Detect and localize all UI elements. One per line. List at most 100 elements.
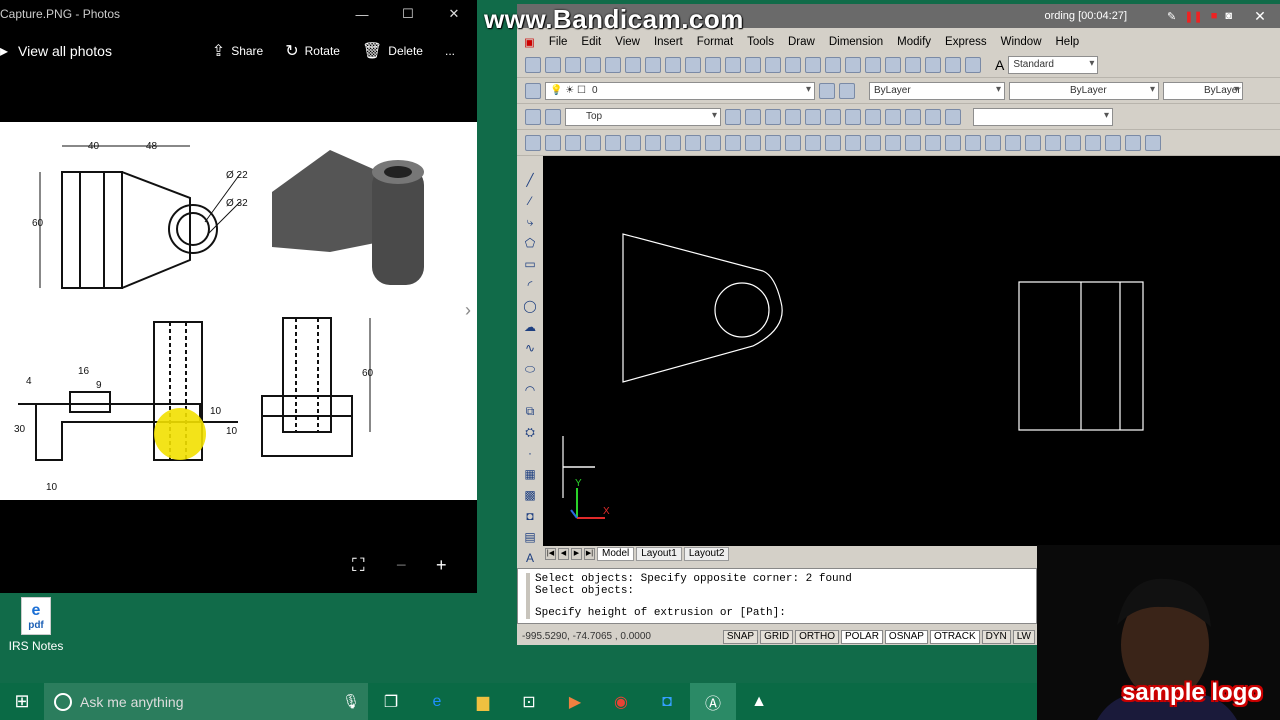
revision-cloud-icon[interactable]: ☁ — [523, 319, 537, 335]
view-right-icon[interactable] — [805, 108, 821, 125]
stop-icon[interactable]: ■ — [1211, 10, 1218, 22]
view-all-photos-button[interactable]: ▸ View all photos — [0, 41, 212, 61]
3d-move-icon[interactable] — [885, 134, 901, 151]
sweep-icon[interactable] — [765, 134, 781, 151]
ellipse-icon[interactable]: ⬭ — [523, 361, 537, 377]
copy-icon[interactable] — [665, 56, 681, 73]
autocad-taskbar-icon[interactable]: Ⓐ — [690, 683, 736, 720]
tab-layout1[interactable]: Layout1 — [636, 547, 682, 561]
polygon-icon[interactable]: ⬠ — [523, 235, 537, 251]
close-icon[interactable]: ✕ — [431, 6, 477, 22]
design-center-icon[interactable] — [865, 56, 881, 73]
next-tab-icon[interactable]: ▶ — [571, 548, 582, 560]
view-sw-icon[interactable] — [865, 108, 881, 125]
edge-icon[interactable]: e — [414, 683, 460, 720]
color-select[interactable]: ByLayer — [869, 81, 1005, 100]
3d-rotate-icon[interactable] — [905, 134, 921, 151]
make-block-icon[interactable]: ⛭ — [523, 424, 537, 440]
view-nw-icon[interactable] — [925, 108, 941, 125]
view-top-icon[interactable] — [745, 108, 761, 125]
command-prompt[interactable]: Specify height of extrusion or [Path]: — [535, 607, 1036, 619]
line-icon[interactable]: ╱ — [523, 172, 537, 188]
hatch-icon[interactable]: ▦ — [523, 466, 537, 482]
arc-icon[interactable]: ◜ — [523, 277, 537, 293]
ucs-prev-icon[interactable] — [545, 108, 561, 125]
menu-tools[interactable]: Tools — [740, 36, 781, 48]
open-icon[interactable] — [545, 56, 561, 73]
ellipse-arc-icon[interactable]: ◠ — [523, 382, 537, 398]
rectangle-icon[interactable]: ▭ — [523, 256, 537, 272]
menu-help[interactable]: Help — [1049, 36, 1087, 48]
mtext-icon[interactable]: A — [523, 550, 537, 566]
photos-taskbar-icon[interactable]: ▲ — [736, 683, 782, 720]
minimize-icon[interactable]: — — [339, 7, 385, 22]
undo-icon[interactable] — [725, 56, 741, 73]
layer-select[interactable]: 💡 ☀ ☐ 0 — [545, 81, 815, 100]
view-front-icon[interactable] — [825, 108, 841, 125]
zoom-out-icon[interactable]: − — [396, 555, 407, 576]
blank-select[interactable] — [973, 107, 1113, 126]
revolve-icon[interactable] — [785, 134, 801, 151]
menu-dimension[interactable]: Dimension — [822, 36, 890, 48]
shade-icon[interactable] — [1065, 134, 1081, 151]
view-back-icon[interactable] — [845, 108, 861, 125]
zoom-window-icon[interactable] — [805, 56, 821, 73]
realistic-icon[interactable] — [1085, 134, 1101, 151]
menu-window[interactable]: Window — [994, 36, 1049, 48]
view-bottom-icon[interactable] — [765, 108, 781, 125]
circle-icon[interactable]: ◯ — [523, 298, 537, 314]
pyramid-icon[interactable] — [665, 134, 681, 151]
torus-icon[interactable] — [645, 134, 661, 151]
material-icon[interactable] — [1125, 134, 1141, 151]
help-icon[interactable] — [965, 56, 981, 73]
desktop-file-icon[interactable]: e pdf IRS Notes — [8, 597, 64, 653]
save-icon[interactable] — [565, 56, 581, 73]
wedge-icon[interactable] — [565, 134, 581, 151]
first-tab-icon[interactable]: |◀ — [545, 548, 556, 560]
media-player-icon[interactable]: ▶ — [552, 683, 598, 720]
menu-draw[interactable]: Draw — [781, 36, 822, 48]
cylinder-icon[interactable] — [625, 134, 641, 151]
lights-icon[interactable] — [1145, 134, 1161, 151]
last-tab-icon[interactable]: ▶| — [584, 548, 595, 560]
osnap-toggle[interactable]: OSNAP — [884, 629, 928, 644]
drawing-canvas[interactable]: Y X — [543, 156, 1280, 546]
insert-block-icon[interactable]: ⧉ — [523, 403, 537, 419]
camera-icon[interactable]: ◙ — [1225, 10, 1232, 22]
union-icon[interactable] — [825, 134, 841, 151]
tab-model[interactable]: Model — [597, 547, 635, 561]
windows-start-icon[interactable]: ⊞ — [0, 683, 44, 720]
polyline-icon[interactable]: ⤷ — [523, 214, 537, 230]
new-icon[interactable] — [525, 56, 541, 73]
zoom-prev-icon[interactable] — [825, 56, 841, 73]
tool-palette-icon[interactable] — [885, 56, 901, 73]
pause-icon[interactable]: ❚❚ — [1184, 10, 1202, 23]
cortana-search-box[interactable]: Ask me anything 🎙 — [44, 683, 368, 720]
menu-file[interactable]: File — [542, 36, 575, 48]
loft-icon[interactable] — [805, 134, 821, 151]
store-icon[interactable]: ⊡ — [506, 683, 552, 720]
box-icon[interactable] — [545, 134, 561, 151]
intersect-icon[interactable] — [865, 134, 881, 151]
maximize-icon[interactable]: ☐ — [385, 6, 431, 22]
dyn-toggle[interactable]: DYN — [981, 629, 1011, 644]
print-icon[interactable] — [585, 56, 601, 73]
3d-align-icon[interactable] — [925, 134, 941, 151]
zoom-in-icon[interactable]: + — [436, 555, 447, 576]
extrude-icon[interactable] — [725, 134, 741, 151]
table-icon[interactable]: ▤ — [523, 529, 537, 545]
camera-view-icon[interactable] — [945, 108, 961, 125]
pencil-icon[interactable]: ✎ — [1167, 10, 1176, 23]
properties-icon[interactable] — [845, 56, 861, 73]
prev-tab-icon[interactable]: ◀ — [558, 548, 569, 560]
menu-insert[interactable]: Insert — [647, 36, 690, 48]
command-window[interactable]: Select objects: Specify opposite corner:… — [517, 568, 1037, 624]
rotate-button[interactable]: ↻ Rotate — [285, 41, 340, 61]
microphone-icon[interactable]: 🎙 — [342, 693, 360, 710]
paste-icon[interactable] — [685, 56, 701, 73]
named-views-icon[interactable] — [725, 108, 741, 125]
visual-style-icon[interactable] — [1045, 134, 1061, 151]
gradient-icon[interactable]: ▩ — [523, 487, 537, 503]
match-icon[interactable] — [705, 56, 721, 73]
layer-previous-icon[interactable] — [839, 82, 855, 99]
